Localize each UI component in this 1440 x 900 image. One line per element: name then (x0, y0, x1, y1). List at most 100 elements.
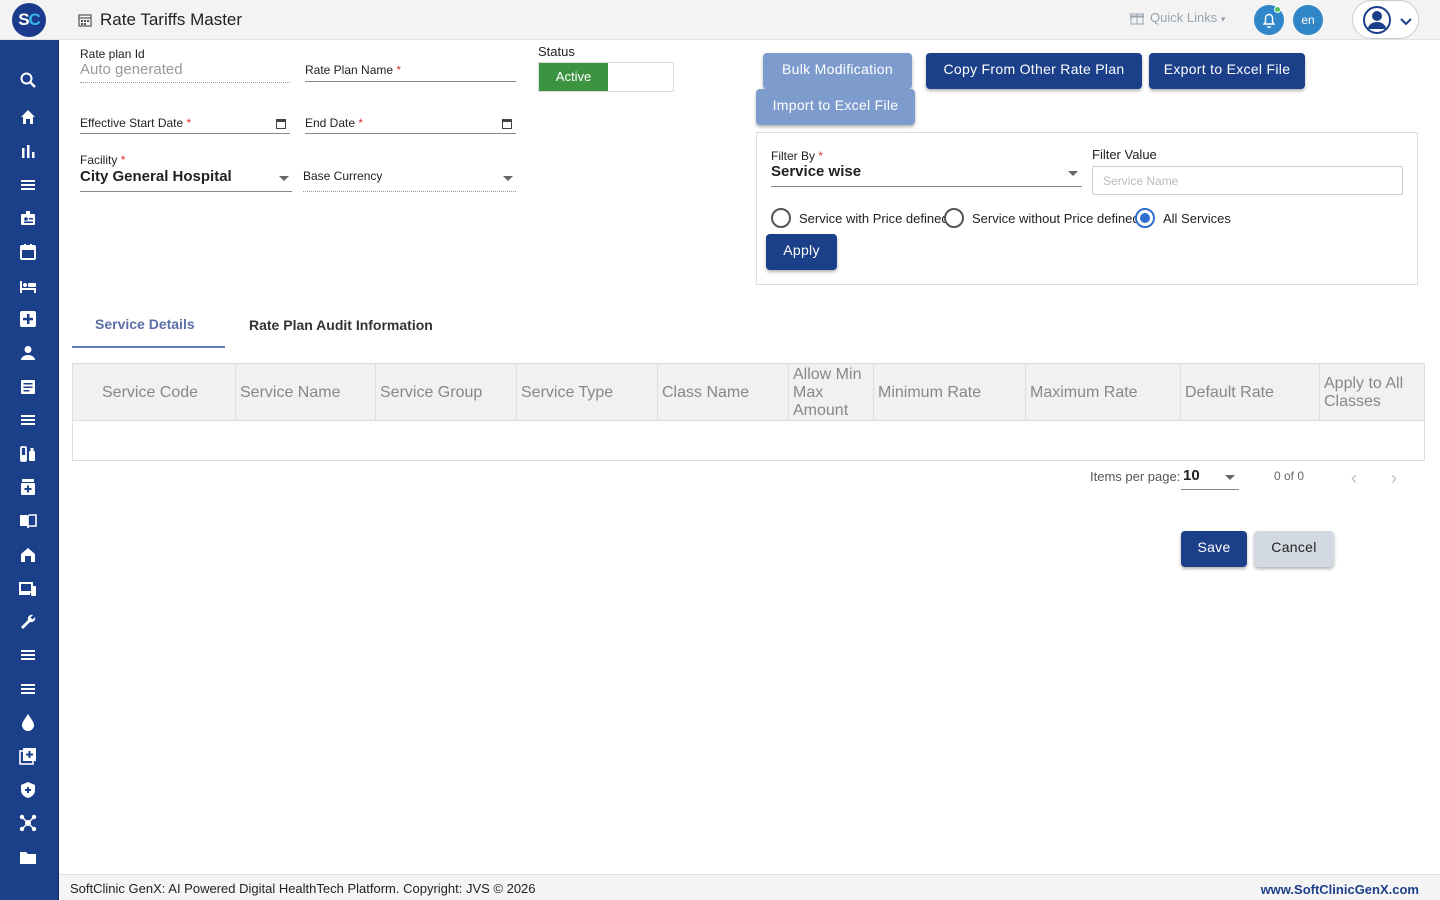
apply-button[interactable]: Apply (766, 234, 837, 270)
column-header[interactable]: Service Group (376, 364, 517, 421)
avatar-icon (1363, 6, 1391, 34)
gift-icon (1130, 13, 1144, 25)
import-to-excel-button[interactable]: Import to Excel File (756, 89, 915, 125)
user-menu[interactable] (1352, 0, 1419, 39)
column-header[interactable]: Service Type (517, 364, 658, 421)
notification-dot (1274, 6, 1281, 13)
wrench-icon[interactable] (19, 613, 37, 631)
chevron-down-icon[interactable] (1068, 171, 1078, 176)
book-icon[interactable] (19, 512, 37, 530)
id-badge-icon[interactable] (19, 209, 37, 227)
building-icon[interactable] (19, 546, 37, 564)
base-currency-select[interactable] (303, 191, 516, 192)
rate-plan-id-label: Rate plan Id (80, 47, 145, 61)
bed-icon[interactable] (19, 277, 37, 295)
facility-label: Facility * (80, 153, 126, 167)
end-date-label: End Date * (305, 116, 364, 130)
next-page-icon[interactable]: › (1391, 468, 1397, 489)
menu-icon[interactable] (19, 646, 37, 664)
app-logo[interactable]: SC (12, 3, 46, 37)
cancel-button[interactable]: Cancel (1254, 531, 1334, 567)
column-header[interactable]: Service Name (236, 364, 376, 421)
filter-by-select[interactable] (771, 186, 1082, 187)
column-header[interactable]: Service Code (73, 364, 236, 421)
page-range: 0 of 0 (1274, 469, 1305, 483)
end-date-input[interactable] (305, 133, 516, 134)
bar-chart-icon[interactable] (19, 142, 37, 160)
quick-links-menu[interactable]: Quick Links ▾ (1130, 10, 1225, 25)
items-per-page-underline (1181, 489, 1239, 490)
shield-icon[interactable] (19, 781, 37, 799)
filter-by-value[interactable]: Service wise (771, 163, 861, 180)
radio-service-with-price[interactable] (771, 208, 791, 228)
notifications-button[interactable] (1254, 5, 1284, 35)
status-label: Status (538, 44, 575, 59)
base-currency-label: Base Currency (303, 169, 383, 183)
tab-rate-plan-audit[interactable]: Rate Plan Audit Information (249, 317, 433, 333)
column-header[interactable]: Class Name (658, 364, 789, 421)
status-toggle[interactable]: Active (538, 62, 674, 92)
calendar-icon[interactable] (276, 119, 286, 129)
table-header: Service Code Service Name Service Group … (73, 364, 1424, 421)
document-icon[interactable] (19, 378, 37, 396)
effective-start-date-label: Effective Start Date * (80, 116, 192, 130)
active-tab-indicator (72, 346, 225, 348)
bulk-modification-button[interactable]: Bulk Modification (763, 53, 912, 89)
filter-value-input[interactable]: Service Name (1092, 166, 1403, 195)
radio-service-without-price[interactable] (944, 208, 964, 228)
column-header[interactable]: Apply to All Classes (1320, 364, 1424, 421)
add-box-icon[interactable] (19, 747, 37, 765)
chevron-down-icon[interactable] (503, 176, 513, 181)
column-header[interactable]: Allow Min Max Amount (789, 364, 874, 421)
lab-icon[interactable] (19, 445, 37, 463)
radio-all-services-label: All Services (1163, 211, 1231, 226)
folder-icon[interactable] (19, 848, 37, 866)
column-header[interactable]: Maximum Rate (1026, 364, 1181, 421)
radio-service-without-price-label: Service without Price defined (972, 211, 1140, 226)
medical-plus-icon[interactable] (19, 310, 37, 328)
footer-link[interactable]: www.SoftClinicGenX.com (1261, 882, 1419, 897)
calendar-grid-icon (78, 14, 92, 27)
facility-select-value[interactable]: City General Hospital (80, 168, 232, 185)
menu-icon[interactable] (19, 176, 37, 194)
sidebar (0, 40, 59, 900)
rate-plan-name-input[interactable] (305, 81, 516, 82)
filter-panel (756, 132, 1418, 285)
search-icon[interactable] (19, 71, 37, 89)
items-per-page-label: Items per page: (1090, 469, 1181, 484)
drop-icon[interactable] (19, 713, 37, 731)
column-header[interactable]: Minimum Rate (874, 364, 1026, 421)
filter-by-label: Filter By * (771, 149, 824, 163)
network-icon[interactable] (19, 814, 37, 832)
copy-from-other-rate-plan-button[interactable]: Copy From Other Rate Plan (926, 53, 1142, 89)
quick-links-label: Quick Links (1150, 10, 1218, 25)
facility-select[interactable] (80, 191, 292, 192)
menu-icon[interactable] (19, 680, 37, 698)
chevron-down-icon[interactable] (279, 176, 289, 181)
items-per-page-select[interactable]: 10 (1183, 467, 1200, 484)
rate-plan-name-label: Rate Plan Name * (305, 63, 402, 77)
rate-plan-id-value: Auto generated (80, 61, 183, 78)
page-title: Rate Tariffs Master (100, 10, 243, 29)
calendar-icon[interactable] (502, 119, 512, 129)
chevron-down-icon: ▾ (1220, 14, 1226, 24)
radio-all-services[interactable] (1135, 208, 1155, 228)
home-icon[interactable] (19, 108, 37, 126)
export-to-excel-button[interactable]: Export to Excel File (1149, 53, 1305, 89)
person-icon[interactable] (19, 344, 37, 362)
chevron-down-icon (1400, 18, 1412, 26)
language-button[interactable]: en (1293, 5, 1323, 35)
radio-service-with-price-label: Service with Price defined (799, 211, 949, 226)
menu-icon[interactable] (19, 411, 37, 429)
footer: SoftClinic GenX: AI Powered Digital Heal… (59, 874, 1440, 900)
devices-icon[interactable] (19, 580, 37, 598)
filter-value-label: Filter Value (1092, 147, 1157, 162)
previous-page-icon[interactable]: ‹ (1351, 468, 1357, 489)
tab-service-details[interactable]: Service Details (95, 316, 195, 332)
chevron-down-icon[interactable] (1225, 475, 1235, 480)
effective-start-date-input[interactable] (80, 133, 290, 134)
column-header[interactable]: Default Rate (1181, 364, 1320, 421)
save-button[interactable]: Save (1181, 531, 1247, 567)
medicine-icon[interactable] (19, 478, 37, 496)
calendar-icon[interactable] (19, 243, 37, 261)
